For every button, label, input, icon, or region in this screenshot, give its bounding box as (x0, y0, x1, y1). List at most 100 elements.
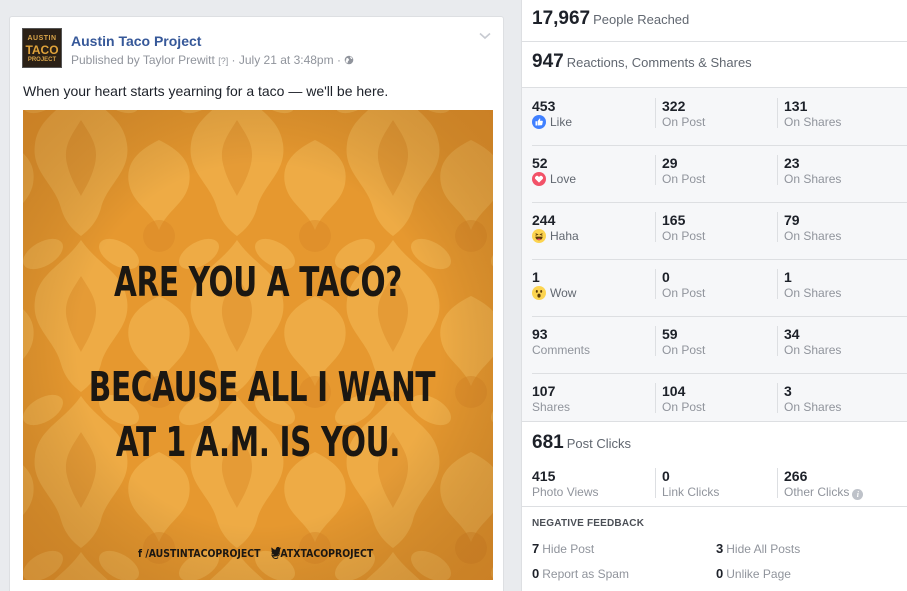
damask-pattern (23, 110, 493, 580)
engagement-row-haha: 244 Haha 165 On Post 79 On Shares (522, 202, 907, 259)
on-post-value: 0 (662, 269, 670, 285)
people-reached-label: People Reached (593, 12, 690, 27)
on-post-value: 322 (662, 98, 686, 114)
total-value: 93 (532, 326, 548, 342)
image-twitter-handle: @ATXTACOPROJECT (271, 547, 373, 560)
report-spam-label: Report as Spam (542, 567, 629, 581)
total-value: 52 (532, 155, 548, 171)
hide-post-stat: 7 Hide Post (532, 541, 594, 556)
info-icon[interactable]: i (852, 489, 864, 500)
engagement-row-love: 52 Love 29 On Post 23 On Shares (522, 145, 907, 202)
haha-icon (532, 229, 546, 243)
on-post-value: 165 (662, 212, 686, 228)
post-card: AUSTIN TACO PROJECT Austin Taco Project … (9, 16, 504, 591)
on-post-label: On Post (662, 229, 706, 243)
on-shares-value: 1 (784, 269, 792, 285)
avatar-text-line: PROJECT (27, 57, 57, 63)
on-post-label: On Post (662, 400, 706, 414)
on-shares-label: On Shares (784, 400, 842, 414)
on-shares-label: On Shares (784, 115, 842, 129)
reaction-label: Love (532, 172, 642, 186)
post-meta: Published by Taylor Prewitt [?] · July 2… (71, 53, 354, 67)
on-shares-label: On Shares (784, 229, 842, 243)
engagement-row-shares: 107 Shares 104 On Post 3 On Shares (522, 373, 907, 430)
engagement-row-comments: 93 Comments 59 On Post 34 On Shares (522, 316, 907, 373)
reaction-label-text: Haha (550, 229, 579, 243)
reactions-total: 947 Reactions, Comments & Shares (532, 51, 752, 73)
post-text: When your heart starts yearning for a ta… (23, 83, 389, 99)
engagement-row-wow: 1 Wow 0 On Post 1 On Shares (522, 259, 907, 316)
link-clicks-label: Link Clicks (662, 485, 720, 499)
on-shares-value: 34 (784, 326, 800, 342)
people-reached: 17,967 People Reached (532, 8, 689, 30)
image-headline: BECAUSE ALL I WANT (88, 363, 436, 411)
on-shares-cell: 1 On Shares (777, 269, 887, 300)
on-shares-label: On Shares (784, 172, 842, 186)
total-value: 244 (532, 212, 556, 228)
image-headline: AT 1 A.M. IS YOU. (115, 418, 401, 466)
on-post-cell: 104 On Post (655, 383, 765, 414)
on-post-label: On Post (662, 172, 706, 186)
report-spam-value: 0 (532, 566, 540, 581)
shares-label: Shares (532, 400, 571, 414)
divider (522, 506, 907, 507)
reaction-label-text: Love (550, 172, 577, 186)
report-spam-stat: 0 Report as Spam (532, 566, 629, 581)
image-headline: ARE YOU A TACO? (113, 258, 402, 306)
total-cell: 453 Like (532, 98, 642, 129)
like-icon (532, 115, 546, 129)
hide-all-posts-stat: 3 Hide All Posts (716, 541, 800, 556)
page-avatar[interactable]: AUSTIN TACO PROJECT (22, 28, 62, 68)
reactions-total-value: 947 (532, 51, 564, 72)
publisher-text: Published by Taylor Prewitt (71, 53, 215, 67)
total-cell: 107 Shares (532, 383, 642, 414)
post-options-chevron-icon[interactable] (479, 29, 491, 43)
on-shares-value: 131 (784, 98, 808, 114)
on-shares-cell: 3 On Shares (777, 383, 887, 414)
engagement-row-like: 453 Like 322 On Post 131 On Shares (522, 88, 907, 145)
on-post-label: On Post (662, 286, 706, 300)
photo-views-label: Photo Views (532, 485, 599, 499)
total-cell: 244 Haha (532, 212, 642, 243)
engagement-breakdown: 453 Like 322 On Post 131 On Shares 52 Lo… (522, 87, 907, 422)
reaction-label: Like (532, 115, 642, 129)
photo-views-value: 415 (532, 468, 556, 484)
avatar-text-line: TACO (25, 43, 59, 57)
total-cell: 1 Wow (532, 269, 642, 300)
unlike-page-stat: 0 Unlike Page (716, 566, 791, 581)
on-post-value: 29 (662, 155, 678, 171)
reaction-label-text: Like (550, 115, 573, 129)
reaction-label: Wow (532, 286, 642, 300)
total-cell: 93 Comments (532, 326, 642, 357)
on-post-value: 59 (662, 326, 678, 342)
on-shares-cell: 131 On Shares (777, 98, 887, 129)
link-clicks-cell: 0 Link Clicks (655, 468, 765, 499)
hide-post-value: 7 (532, 541, 540, 556)
on-shares-value: 3 (784, 383, 792, 399)
twitter-icon (271, 547, 282, 557)
total-value: 453 (532, 98, 556, 114)
on-post-cell: 322 On Post (655, 98, 765, 129)
total-value: 1 (532, 269, 540, 285)
divider (522, 41, 907, 42)
total-cell: 52 Love (532, 155, 642, 186)
avatar-text-line: AUSTIN (27, 35, 57, 42)
image-facebook-handle: f /AUSTINTACOPROJECT (138, 547, 261, 560)
unlike-page-value: 0 (716, 566, 724, 581)
post-clicks-value: 681 (532, 432, 564, 453)
wow-icon (532, 286, 546, 300)
on-shares-cell: 23 On Shares (777, 155, 887, 186)
unlike-page-label: Unlike Page (726, 567, 791, 581)
twitter-handle-text: @ATXTACOPROJECT (271, 547, 374, 560)
page-name-link[interactable]: Austin Taco Project (71, 33, 201, 49)
hide-all-label: Hide All Posts (726, 542, 801, 556)
post-date-link[interactable]: · July 21 at 3:48pm · (228, 53, 344, 67)
on-post-value: 104 (662, 383, 686, 399)
other-clicks-value: 266 (784, 468, 808, 484)
post-clicks: 681 Post Clicks (532, 432, 631, 454)
link-clicks-value: 0 (662, 468, 670, 484)
on-shares-value: 79 (784, 212, 800, 228)
post-image[interactable]: ARE YOU A TACO? BECAUSE ALL I WANT AT 1 … (23, 110, 493, 580)
on-shares-cell: 34 On Shares (777, 326, 887, 357)
publisher-help-link[interactable]: [?] (218, 56, 228, 66)
